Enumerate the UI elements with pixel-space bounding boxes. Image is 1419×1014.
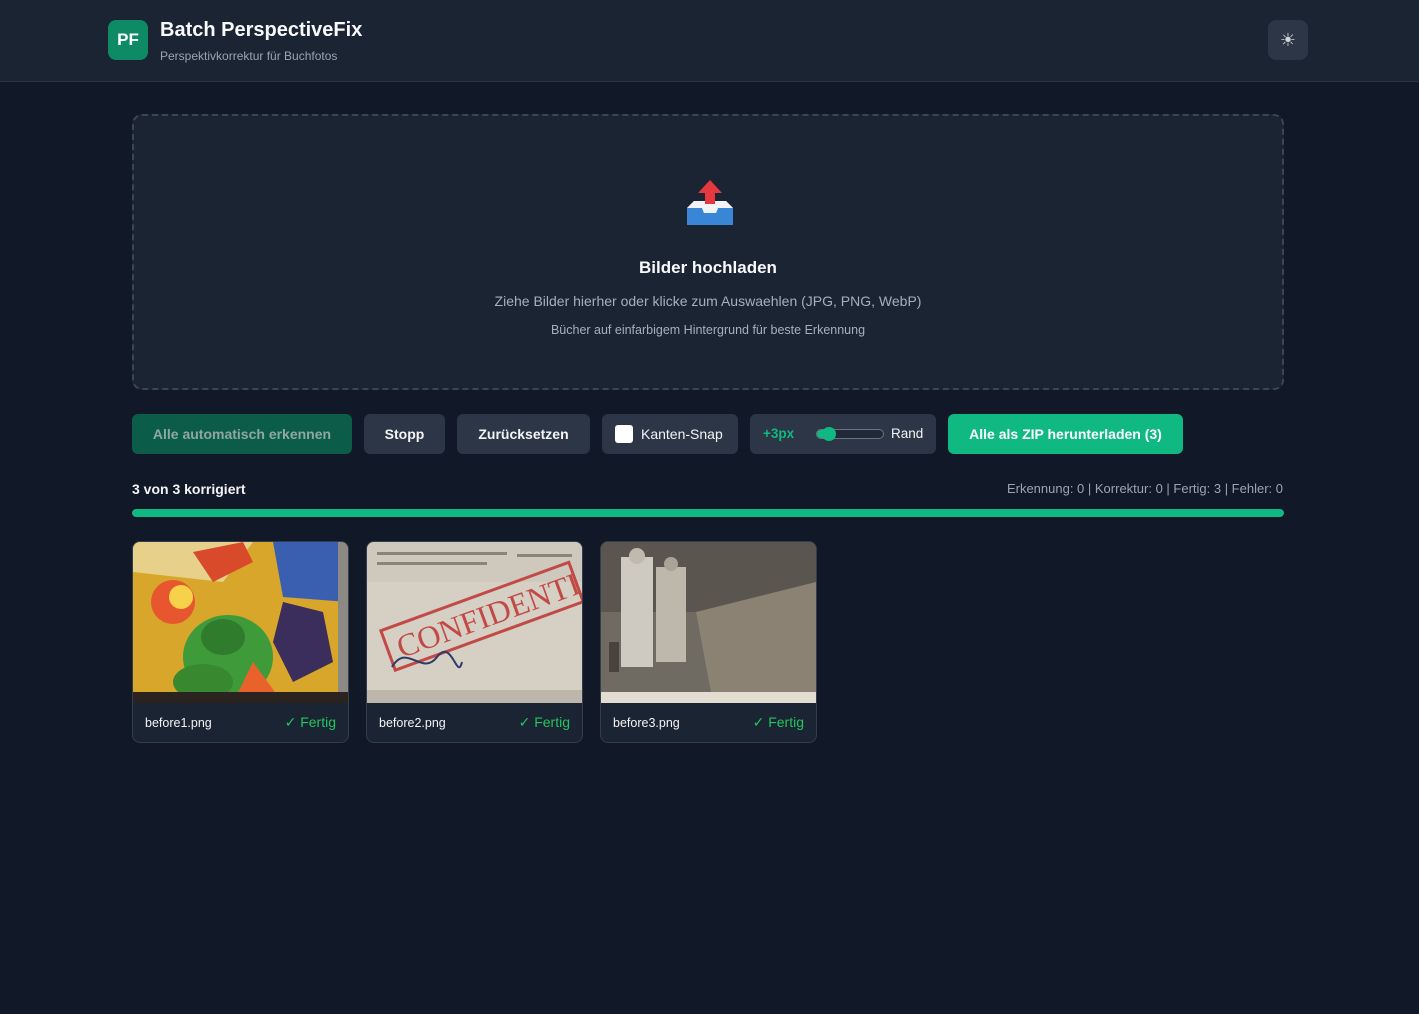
reset-button[interactable]: Zurücksetzen: [457, 414, 590, 454]
progress-label: 3 von 3 korrigiert: [132, 481, 246, 497]
image-thumbnail-comic: [133, 542, 348, 703]
margin-slider-thumb[interactable]: [821, 427, 836, 441]
image-thumbnail-document: CONFIDENTIAL: [367, 542, 582, 703]
app-subtitle: Perspektivkorrektur für Buchfotos: [160, 49, 338, 63]
image-card[interactable]: before1.png ✓ Fertig: [132, 541, 349, 743]
sun-icon: ☀: [1279, 29, 1297, 50]
progress-bar: [132, 509, 1284, 517]
upload-hint: Ziehe Bilder hierher oder klicke zum Aus…: [494, 293, 922, 309]
theme-toggle-button[interactable]: ☀: [1268, 20, 1308, 60]
image-filename: before3.png: [613, 716, 680, 730]
progress-bar-fill: [132, 509, 1284, 517]
edge-snap-checkbox[interactable]: [615, 425, 633, 443]
download-zip-button[interactable]: Alle als ZIP herunterladen (3): [948, 414, 1183, 454]
stop-button[interactable]: Stopp: [364, 414, 445, 454]
edge-snap-label: Kanten-Snap: [641, 426, 723, 442]
margin-slider[interactable]: [816, 427, 884, 441]
image-thumbnail-photo: [601, 542, 816, 703]
auto-detect-all-button[interactable]: Alle automatisch erkennen: [132, 414, 352, 454]
margin-control: +3px Rand: [750, 414, 936, 454]
margin-value: +3px: [763, 426, 795, 441]
upload-tip: Bücher auf einfarbigem Hintergrund für b…: [550, 323, 866, 337]
app-header: PF Batch PerspectiveFix Perspektivkorrek…: [0, 0, 1419, 82]
image-status: ✓ Fertig: [284, 714, 336, 730]
upload-dropzone[interactable]: Bilder hochladen Ziehe Bilder hierher od…: [132, 114, 1284, 390]
app-logo: PF: [108, 20, 148, 60]
image-card[interactable]: before3.png ✓ Fertig: [600, 541, 817, 743]
edge-snap-toggle[interactable]: Kanten-Snap: [602, 414, 738, 454]
inbox-upload-icon: [687, 180, 733, 225]
image-status: ✓ Fertig: [752, 714, 804, 730]
image-card[interactable]: CONFIDENTIAL before2.png ✓ Fertig: [366, 541, 583, 743]
upload-title: Bilder hochladen: [639, 258, 777, 277]
progress-stats: Erkennung: 0 | Korrektur: 0 | Fertig: 3 …: [1006, 481, 1283, 496]
app-title: Batch PerspectiveFix: [160, 19, 363, 41]
margin-label: Rand: [891, 426, 924, 441]
image-filename: before1.png: [145, 716, 212, 730]
image-status: ✓ Fertig: [518, 714, 570, 730]
image-filename: before2.png: [379, 716, 446, 730]
